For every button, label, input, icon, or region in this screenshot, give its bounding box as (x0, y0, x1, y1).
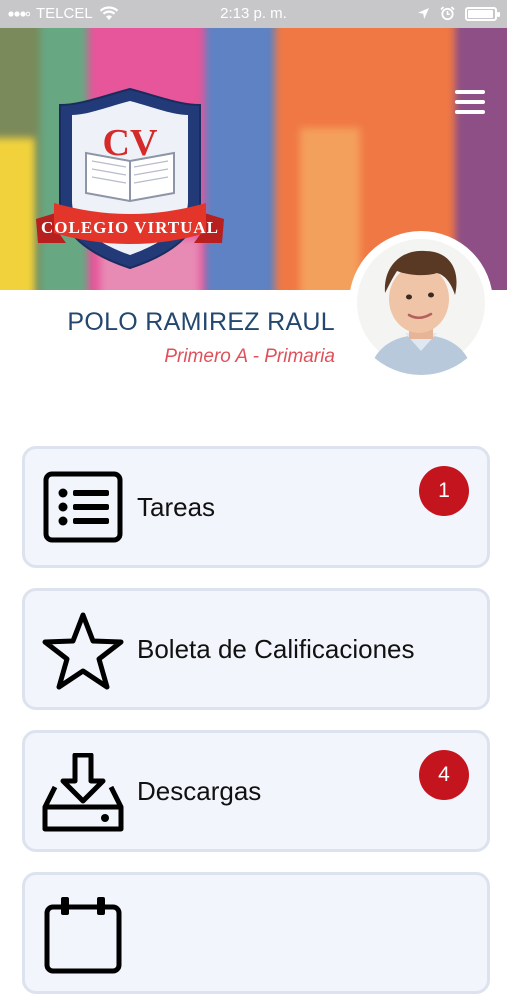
student-name: POLO RAMIREZ RAUL (67, 308, 335, 336)
notification-badge: 4 (419, 750, 469, 800)
status-bar: TELCEL 2:13 p. m. (0, 0, 507, 28)
student-grade: Primero A - Primaria (164, 346, 335, 367)
battery-icon (465, 6, 500, 21)
calendar-icon (44, 897, 122, 974)
menu-item-descargas[interactable]: Descargas 4 (22, 730, 490, 852)
logo-text: COLEGIO VIRTUAL (41, 218, 219, 237)
hamburger-icon[interactable] (455, 90, 485, 116)
task-list-icon (43, 471, 123, 543)
menu-item-label: Descargas (137, 775, 262, 806)
menu-item-label: Tareas (137, 491, 216, 522)
status-right (417, 6, 500, 21)
student-avatar (349, 231, 493, 375)
download-icon (42, 753, 124, 832)
menu-item-boleta[interactable]: Boleta de Calificaciones (22, 588, 490, 710)
star-icon (42, 612, 124, 690)
menu-item-label: Boleta de Calificaciones (137, 633, 415, 664)
menu-item-calendar[interactable] (22, 872, 490, 994)
student-photo (357, 239, 485, 375)
notification-badge: 1 (419, 466, 469, 516)
location-icon (418, 8, 429, 19)
logo-initials: CV (103, 122, 158, 164)
alarm-icon (440, 6, 455, 21)
menu-item-tareas[interactable]: Tareas 1 (22, 446, 490, 568)
school-logo: CV COLEGIO VIRTUAL (36, 87, 224, 270)
